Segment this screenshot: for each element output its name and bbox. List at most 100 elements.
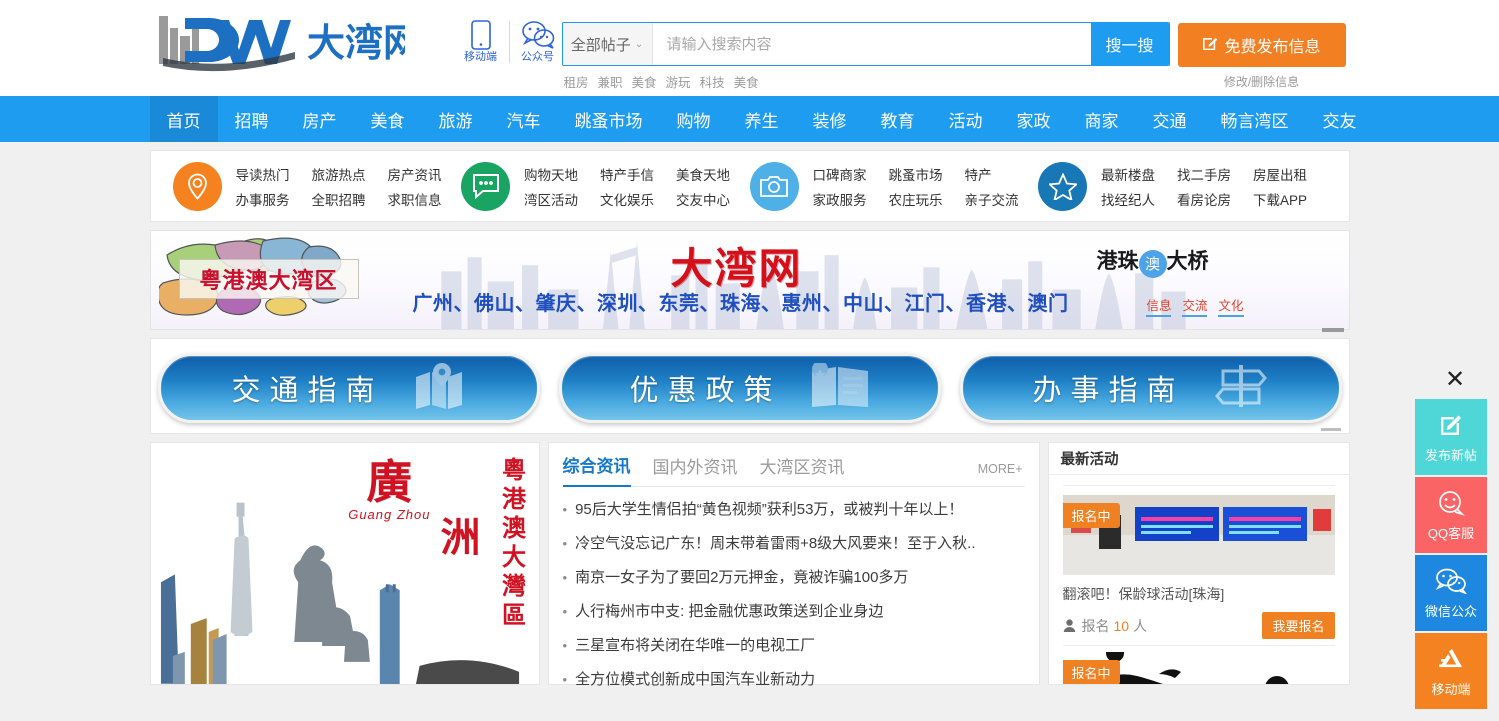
nav-item-1[interactable]: 招聘 [218,96,286,142]
site-logo[interactable]: 大湾网 [155,8,405,74]
quick-link[interactable]: 旅游热点 [312,164,366,184]
quick-link[interactable]: 美食天地 [676,164,730,184]
quick-link[interactable]: 办事服务 [236,189,290,209]
quick-link[interactable]: 湾区活动 [524,189,578,209]
floatbar-item-label: 微信公众 [1424,604,1477,619]
mobile-entry[interactable]: 移动端 [455,20,507,64]
nav-item-15[interactable]: 畅言湾区 [1204,96,1306,142]
nav-item-4[interactable]: 旅游 [422,96,490,142]
discount-policy-button[interactable]: 优惠政策 [558,353,941,423]
news-more-link[interactable]: MORE+ [978,462,1023,476]
news-item[interactable]: • 三星宣布将关闭在华唯一的电视工厂 [563,629,1025,663]
wechat-entry-label: 公众号 [521,51,554,63]
star-icon[interactable] [1038,161,1087,211]
nav-item-14[interactable]: 交通 [1136,96,1204,142]
close-icon[interactable]: ✕ [1415,368,1495,392]
quick-link[interactable]: 房屋出租 [1253,164,1307,184]
hot-keyword[interactable]: 租房 [564,72,589,91]
service-guide-button[interactable]: 办事指南 [959,353,1342,423]
hot-keyword[interactable]: 美食 [734,72,759,91]
camera-icon[interactable] [749,161,799,211]
quick-link[interactable]: 特产手信 [600,164,654,184]
promo-banner[interactable]: 粤港澳大湾区 大湾网 广州、佛山、肇庆、深圳、东莞、珠海、惠州、中山、江门、香港… [149,230,1350,330]
nav-item-11[interactable]: 活动 [932,96,1000,142]
nav-item-10[interactable]: 教育 [864,96,932,142]
nav-item-9[interactable]: 装修 [796,96,864,142]
chat-bubble-icon[interactable] [461,161,510,211]
guangzhou-feature-card[interactable]: 廣 Guang Zhou 洲 粵港澳大灣區 [149,442,540,685]
quick-link[interactable]: 口碑商家 [813,164,867,184]
activity-signup-button[interactable]: 我要报名 [1262,612,1335,639]
news-item[interactable]: • 冷空气没忘记广东！周末带着雷雨+8级大风要来！至于入秋.. [563,527,1025,561]
mobile-phone-icon [455,20,507,50]
news-tab-0[interactable]: 综合资讯 [562,452,631,487]
publish-info-button[interactable]: 免费发布信息 [1177,23,1346,67]
news-item[interactable]: • 南京一女子为了要回2万元押金，竟被诈骗100多万 [563,561,1025,595]
quick-link[interactable]: 家政服务 [813,189,867,209]
floatbar-item-1[interactable]: QQ客服 [1415,477,1487,553]
shortcut-collapse-handle[interactable] [1320,428,1341,431]
search-button[interactable]: 搜一搜 [1090,23,1169,65]
activity-card[interactable]: 报名中 翻滚吧！保龄球活动[珠海] 报名 10 人 我要报名 [1049,475,1349,639]
modify-delete-link[interactable]: 修改/删除信息 [1178,73,1346,90]
bridge-link[interactable]: 信息 [1146,295,1172,317]
nav-item-5[interactable]: 汽车 [490,96,558,142]
hot-keyword[interactable]: 兼职 [598,72,623,91]
news-item[interactable]: • 95后大学生情侣拍“黄色视频”获利53万，或被判十年以上！ [563,493,1025,527]
news-item-title: 95后大学生情侣拍“黄色视频”获利53万，或被判十年以上！ [575,501,964,518]
floatbar-item-3[interactable]: 移动端 [1415,633,1487,709]
nav-item-8[interactable]: 养生 [728,96,796,142]
quick-link[interactable]: 房产资讯 [388,164,442,184]
nav-item-0[interactable]: 首页 [149,96,218,142]
wechat-entry[interactable]: 公众号 [512,20,564,64]
hot-keyword[interactable]: 游玩 [666,72,691,91]
nav-item-6[interactable]: 跳蚤市场 [558,96,660,142]
activity-card[interactable]: 报名中 [1049,639,1349,684]
nav-item-12[interactable]: 家政 [1000,96,1068,142]
nav-item-3[interactable]: 美食 [354,96,422,142]
quick-link[interactable]: 导读热门 [236,164,290,184]
quick-links-list: 最新楼盘 找二手房 房屋出租找经纪人 看房论房 下载APP [1101,164,1307,209]
nav-item-7[interactable]: 购物 [660,96,728,142]
search-category-select[interactable]: 全部帖子 ⌄ [562,23,653,65]
hot-keyword[interactable]: 科技 [700,72,725,91]
quick-link[interactable]: 找二手房 [1177,164,1231,184]
news-tab-1[interactable]: 国内外资讯 [653,453,738,486]
quick-link[interactable]: 购物天地 [524,164,578,184]
traffic-guide-button[interactable]: 交通指南 [157,353,540,423]
hot-keywords: 租房 兼职 美食 游玩 科技 美食 [562,72,1170,91]
news-item[interactable]: • 人行梅州市中支: 把金融优惠政策送到企业身边 [563,595,1025,629]
quick-link[interactable]: 文化娱乐 [600,189,654,209]
news-tab-2[interactable]: 大湾区资讯 [760,453,845,486]
quick-link[interactable]: 找经纪人 [1101,189,1155,209]
quick-link[interactable]: 最新楼盘 [1101,164,1155,184]
search-box: 全部帖子 ⌄ 搜一搜 [561,22,1170,66]
guangzhou-char: 廣 [366,455,413,509]
floatbar-item-0[interactable]: 发布新帖 [1415,399,1487,475]
quick-link[interactable]: 亲子交流 [965,189,1019,209]
chevron-down-icon: ⌄ [634,38,644,50]
quick-link[interactable]: 农庄玩乐 [889,189,943,209]
location-pin-icon[interactable] [172,161,222,211]
quick-link[interactable]: 全职招聘 [312,189,366,209]
quick-link[interactable]: 特产 [965,164,1019,184]
bridge-link[interactable]: 文化 [1218,295,1244,317]
news-item-title: 三星宣布将关闭在华唯一的电视工厂 [575,637,816,654]
news-item[interactable]: • 全方位模式创新成中国汽车业新动力 [563,663,1025,697]
nav-item-2[interactable]: 房产 [286,96,354,142]
hot-keyword[interactable]: 美食 [632,72,657,91]
banner-collapse-handle[interactable] [1321,328,1344,332]
quick-link[interactable]: 求职信息 [388,189,442,209]
bridge-link[interactable]: 交流 [1182,295,1208,317]
smiley-icon [1437,488,1465,518]
shortcut-buttons-section: 交通指南 优惠政策 办事指南 [149,338,1350,434]
quick-link[interactable]: 下载APP [1253,189,1307,209]
floatbar-item-2[interactable]: 微信公众 [1415,555,1487,631]
search-input[interactable] [652,23,1091,65]
quick-link[interactable]: 跳蚤市场 [889,164,943,184]
nav-item-13[interactable]: 商家 [1068,96,1136,142]
quick-link[interactable]: 看房论房 [1177,189,1231,209]
nav-item-16[interactable]: 交友 [1306,96,1374,142]
quick-link[interactable]: 交友中心 [676,189,730,209]
activity-title[interactable]: 翻滚吧！保龄球活动[珠海] [1063,584,1335,604]
